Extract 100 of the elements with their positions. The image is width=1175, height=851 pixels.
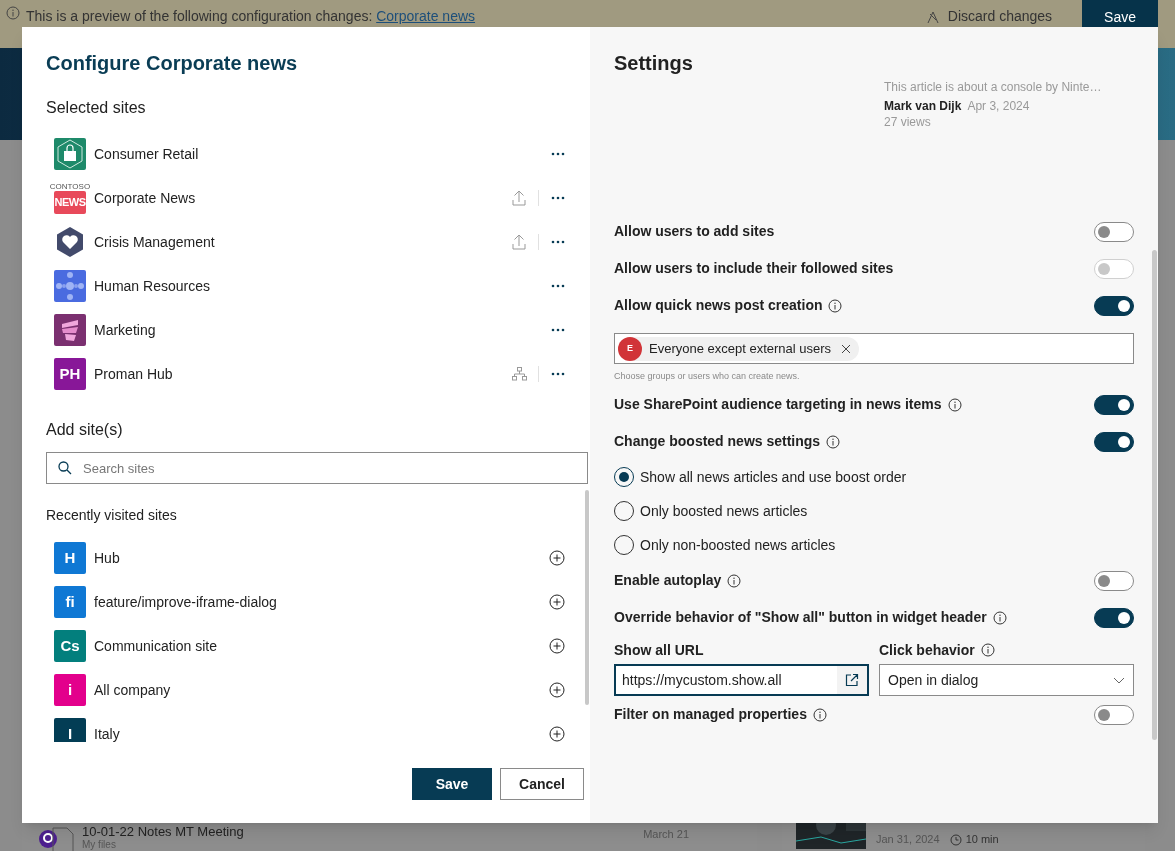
more-icon — [551, 372, 565, 376]
info-icon[interactable] — [826, 434, 841, 449]
plus-circle-icon — [549, 638, 565, 654]
toggle-switch[interactable] — [1094, 607, 1134, 628]
radio-option[interactable]: Show all news articles and use boost order — [614, 460, 1134, 494]
ribbon-icon — [54, 314, 86, 346]
info-icon[interactable] — [947, 397, 962, 412]
article-date: Apr 3, 2024 — [967, 98, 1030, 114]
toggle-switch[interactable] — [1094, 221, 1134, 242]
site-row[interactable]: H Hub — [54, 536, 570, 580]
save-button[interactable]: Save — [412, 768, 492, 800]
toggle-switch[interactable] — [1094, 704, 1134, 725]
upload-icon — [512, 190, 526, 206]
document-icon — [52, 827, 74, 851]
video-duration: 10 min — [965, 831, 999, 847]
site-row[interactable]: fi feature/improve-iframe-dialog — [54, 580, 570, 624]
person-name: Everyone except external users — [649, 339, 832, 358]
setting-label: Allow quick news post creation — [614, 296, 823, 315]
setting-label: Filter on managed properties — [614, 705, 807, 724]
toggle-switch[interactable] — [1094, 570, 1134, 591]
site-row[interactable]: PH Proman Hub — [54, 352, 570, 396]
field-label: Show all URL — [614, 641, 705, 660]
site-row[interactable]: Marketing — [54, 308, 570, 352]
site-avatar: fi — [54, 586, 86, 618]
search-field[interactable]: Search sites — [46, 452, 588, 484]
more-icon — [551, 328, 565, 332]
toggle-switch[interactable] — [1094, 431, 1134, 452]
news-logo: CONTOSO NEWS — [51, 182, 89, 214]
chevron-down-icon — [1113, 676, 1125, 684]
file-name: 10-01-22 Notes MT Meeting — [82, 824, 244, 839]
plus-circle-icon — [549, 550, 565, 566]
setting-label: Use SharePoint audience targeting in news items — [614, 395, 942, 414]
site-avatar: PH — [54, 358, 86, 390]
site-avatar: H — [54, 542, 86, 574]
info-icon[interactable] — [812, 707, 827, 722]
external-link-icon — [845, 673, 859, 687]
setting-label: Change boosted news settings — [614, 432, 821, 451]
article-views: 27 views — [884, 114, 932, 130]
add-button[interactable] — [549, 638, 565, 654]
banner-message: This is a preview of the following configuration changes: Corporate news — [26, 7, 476, 26]
field-label: Click behavior — [879, 640, 975, 660]
radio-option[interactable]: Only boosted news articles — [614, 494, 1134, 528]
pattern-icon — [54, 270, 86, 302]
add-button[interactable] — [549, 550, 565, 566]
people-picker[interactable]: E Everyone except external users — [614, 333, 1134, 364]
radio-option[interactable]: Only non-boosted news articles — [614, 528, 1134, 562]
toggle-switch[interactable] — [1094, 394, 1134, 415]
setting-label: Enable autoplay — [614, 571, 722, 590]
article-summary: This article is about a console by Ninte… — [884, 79, 1103, 95]
site-avatar: Cs — [54, 630, 86, 662]
person-avatar: E — [618, 336, 642, 361]
info-icon[interactable] — [727, 573, 742, 588]
clock-icon — [949, 834, 962, 846]
close-icon[interactable] — [841, 343, 852, 354]
info-icon[interactable] — [980, 643, 995, 657]
info-icon[interactable] — [992, 610, 1007, 625]
upload-icon — [512, 234, 526, 250]
info-icon[interactable] — [828, 298, 843, 313]
plus-circle-icon — [549, 726, 565, 742]
cancel-button[interactable]: Cancel — [500, 768, 584, 800]
site-avatar: i — [54, 674, 86, 706]
site-row[interactable]: Consumer Retail — [54, 132, 570, 176]
add-button[interactable] — [549, 682, 565, 698]
discard-icon — [925, 9, 940, 24]
site-row[interactable]: i All company — [54, 668, 570, 712]
toggle-switch[interactable] — [1094, 295, 1134, 316]
site-row[interactable]: Cs Communication site — [54, 624, 570, 668]
setting-label: Allow users to add sites — [614, 222, 775, 241]
site-avatar: I — [54, 718, 86, 742]
hierarchy-icon — [511, 367, 527, 381]
section-heading: Selected sites — [46, 98, 147, 118]
heart-icon — [54, 226, 86, 258]
more-icon — [551, 152, 565, 156]
plus-circle-icon — [549, 682, 565, 698]
article-author: Mark van Dijk — [884, 98, 962, 114]
url-field[interactable]: https://mycustom.show.all — [614, 664, 869, 696]
shopping-bag-icon — [54, 138, 86, 170]
add-button[interactable] — [549, 594, 565, 610]
add-button[interactable] — [549, 726, 565, 742]
list-heading: Recently visited sites — [46, 506, 178, 525]
site-row[interactable]: I Italy — [54, 712, 570, 742]
more-icon — [551, 240, 565, 244]
scrollbar-thumb[interactable] — [1152, 250, 1157, 740]
discard-button[interactable]: Discard changes — [925, 6, 1053, 27]
more-icon — [551, 196, 565, 200]
plus-circle-icon — [549, 594, 565, 610]
person-chip[interactable]: E Everyone except external users — [618, 336, 860, 361]
setting-label: Override behavior of "Show all" button in widget header — [614, 608, 987, 627]
panel-title: Settings — [614, 51, 694, 76]
more-icon — [551, 284, 565, 288]
site-row[interactable]: Human Resources — [54, 264, 570, 308]
search-icon — [58, 461, 72, 475]
scrollbar-thumb[interactable] — [585, 490, 589, 705]
setting-label: Allow users to include their followed sites — [614, 259, 894, 278]
hint-text: Choose groups or users who can create news. — [614, 370, 801, 382]
open-link-button[interactable] — [837, 666, 867, 694]
dialog-title: Configure Corporate news — [46, 51, 299, 76]
behavior-dropdown[interactable]: Open in dialog — [879, 664, 1134, 696]
section-heading: Add site(s) — [46, 420, 124, 440]
logo-icon — [38, 829, 58, 849]
